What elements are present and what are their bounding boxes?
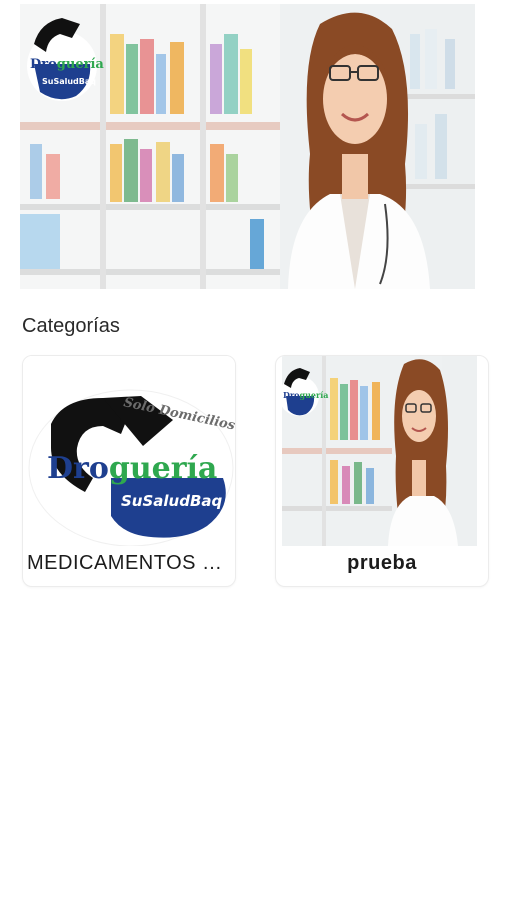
logo-sub-text: SuSaludBaq xyxy=(42,77,96,86)
category-thumbnail-logo: Solo Domicilios Droguería SuSaludBaq xyxy=(23,356,235,546)
pharmacy-banner-art: Droguería SuSaludBaq xyxy=(20,4,475,289)
logo-text: Droguería xyxy=(47,451,217,486)
category-label: MEDICAMENTOS G... xyxy=(27,552,235,574)
logo-text: Droguería xyxy=(30,57,104,72)
category-thumbnail-pharmacy: Droguería xyxy=(282,356,477,546)
category-card-prueba[interactable]: Droguería prueba xyxy=(275,355,489,587)
svg-text:Droguería: Droguería xyxy=(283,390,328,400)
drogueria-logo-icon: Solo Domicilios Droguería SuSaludBaq xyxy=(23,356,235,546)
banner-image[interactable]: Droguería SuSaludBaq xyxy=(20,4,475,289)
category-label: prueba xyxy=(347,552,417,574)
categories-title: Categorías xyxy=(22,315,120,337)
logo-sub-text: SuSaludBaq xyxy=(121,492,223,510)
category-card-medicamentos[interactable]: Solo Domicilios Droguería SuSaludBaq MED… xyxy=(22,355,236,587)
